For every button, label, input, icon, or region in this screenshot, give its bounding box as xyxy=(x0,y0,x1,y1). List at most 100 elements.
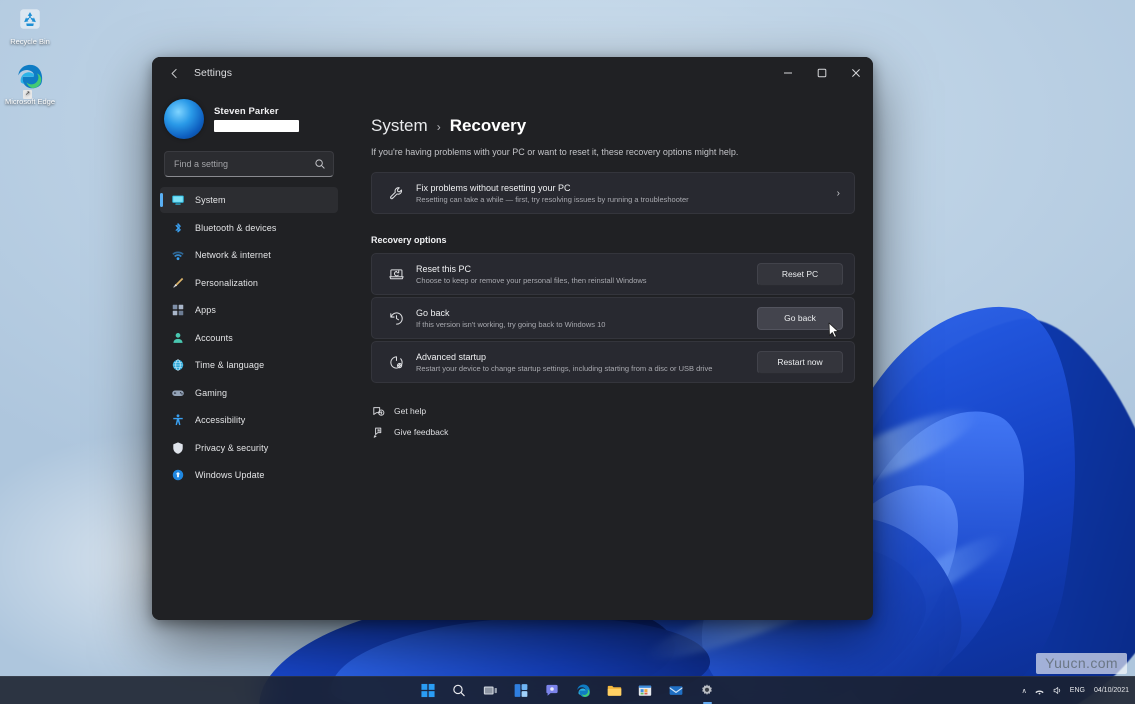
tray-volume-icon[interactable] xyxy=(1052,685,1063,696)
option-advanced-startup[interactable]: Advanced startup Restart your device to … xyxy=(371,341,855,383)
widgets-icon[interactable] xyxy=(510,680,532,702)
breadcrumb: System › Recovery xyxy=(371,116,855,136)
option-subtitle: Restart your device to change startup se… xyxy=(416,364,747,373)
sidebar-item-label: System xyxy=(195,195,226,205)
recovery-options-group: Reset this PC Choose to keep or remove y… xyxy=(371,253,855,383)
wrench-icon xyxy=(385,185,407,202)
sidebar-item-system[interactable]: System xyxy=(160,187,338,213)
get-help-link[interactable]: Get help xyxy=(371,404,426,418)
sidebar-item-label: Personalization xyxy=(195,278,258,288)
taskbar-microsoft-edge-icon[interactable] xyxy=(572,680,594,702)
option-reset-this-pc[interactable]: Reset this PC Choose to keep or remove y… xyxy=(371,253,855,295)
sidebar-item-personalization[interactable]: Personalization xyxy=(160,270,338,296)
maximize-button[interactable] xyxy=(805,57,839,89)
sidebar-nav: System Bluetooth & devices xyxy=(160,187,338,490)
card-title: Fix problems without resetting your PC xyxy=(416,183,829,193)
network-icon xyxy=(170,248,185,263)
sidebar-item-apps[interactable]: Apps xyxy=(160,297,338,323)
tray-network-icon[interactable] xyxy=(1034,685,1045,696)
sidebar-item-gaming[interactable]: Gaming xyxy=(160,380,338,406)
option-go-back[interactable]: Go back If this version isn't working, t… xyxy=(371,297,855,339)
user-profile[interactable]: Steven Parker xyxy=(160,89,338,147)
tray-date[interactable]: 04/10/2021 xyxy=(1092,686,1129,695)
option-title: Go back xyxy=(416,308,747,318)
breadcrumb-separator: › xyxy=(437,120,441,134)
close-button[interactable] xyxy=(839,57,873,89)
user-name: Steven Parker xyxy=(214,106,299,117)
window-titlebar[interactable]: Settings xyxy=(152,57,873,89)
time-language-icon xyxy=(170,358,185,373)
tray-language-indicator[interactable]: ENG xyxy=(1070,687,1085,694)
taskbar[interactable]: ∧ ENG 04/10/2021 xyxy=(0,676,1135,704)
shortcut-badge-icon: ↗ xyxy=(23,90,32,99)
search-input[interactable] xyxy=(174,159,307,169)
chevron-right-icon: › xyxy=(837,188,840,199)
go-back-button[interactable]: Go back xyxy=(757,307,843,330)
user-email-redaction xyxy=(214,120,299,132)
taskbar-search-icon[interactable] xyxy=(448,680,470,702)
accessibility-icon xyxy=(170,413,185,428)
active-indicator xyxy=(703,702,712,704)
sidebar-item-label: Windows Update xyxy=(195,470,264,480)
search-box[interactable] xyxy=(164,151,334,177)
back-button[interactable] xyxy=(160,60,188,86)
option-title: Advanced startup xyxy=(416,352,747,362)
settings-window[interactable]: Settings Steven Parker xyxy=(152,57,873,620)
troubleshoot-card[interactable]: Fix problems without resetting your PC R… xyxy=(371,172,855,214)
windows-update-icon xyxy=(170,468,185,483)
gaming-icon xyxy=(170,385,185,400)
give-feedback-link[interactable]: Give feedback xyxy=(371,425,448,439)
window-controls xyxy=(771,57,873,89)
sidebar-item-accessibility[interactable]: Accessibility xyxy=(160,407,338,433)
page-title: Recovery xyxy=(450,116,527,136)
section-label: Recovery options xyxy=(371,235,855,245)
tray-chevron-up-icon[interactable]: ∧ xyxy=(1022,687,1027,695)
sidebar-item-label: Time & language xyxy=(195,360,264,370)
sidebar-item-label: Apps xyxy=(195,305,216,315)
task-view-icon[interactable] xyxy=(479,680,501,702)
privacy-security-icon xyxy=(170,440,185,455)
microsoft-store-icon[interactable] xyxy=(634,680,656,702)
restart-now-button[interactable]: Restart now xyxy=(757,351,843,374)
system-tray: ∧ ENG 04/10/2021 xyxy=(1022,677,1129,704)
desktop-icon-microsoft-edge[interactable]: ↗ Microsoft Edge xyxy=(0,62,60,106)
watermark: Yuucn.com xyxy=(1036,653,1127,674)
sidebar-item-time-language[interactable]: Time & language xyxy=(160,352,338,378)
taskbar-settings-icon[interactable] xyxy=(696,680,718,702)
sidebar-item-label: Accounts xyxy=(195,333,233,343)
sidebar-item-label: Gaming xyxy=(195,388,227,398)
breadcrumb-parent[interactable]: System xyxy=(371,116,428,136)
chat-teams-icon[interactable] xyxy=(541,680,563,702)
sidebar-item-network-internet[interactable]: Network & internet xyxy=(160,242,338,268)
mail-icon[interactable] xyxy=(665,680,687,702)
search-icon[interactable] xyxy=(313,157,327,171)
window-title: Settings xyxy=(194,67,232,79)
reset-pc-button[interactable]: Reset PC xyxy=(757,263,843,286)
sidebar-item-accounts[interactable]: Accounts xyxy=(160,325,338,351)
apps-icon xyxy=(170,303,185,318)
sidebar-item-windows-update[interactable]: Windows Update xyxy=(160,462,338,488)
sidebar-item-label: Accessibility xyxy=(195,415,245,425)
option-subtitle: If this version isn't working, try going… xyxy=(416,320,747,329)
file-explorer-icon[interactable] xyxy=(603,680,625,702)
option-subtitle: Choose to keep or remove your personal f… xyxy=(416,276,747,285)
recycle-bin-icon xyxy=(0,6,60,34)
get-help-icon xyxy=(371,404,385,418)
help-links: Get help Give feedback xyxy=(371,404,855,439)
sidebar: Steven Parker xyxy=(152,89,346,620)
desktop-icon-recycle-bin[interactable]: Recycle Bin xyxy=(0,6,60,46)
advanced-startup-icon xyxy=(385,354,407,371)
wallpaper-highlight xyxy=(868,524,1012,623)
link-label: Get help xyxy=(394,406,426,416)
card-subtitle: Resetting can take a while — first, try … xyxy=(416,195,829,204)
microsoft-edge-icon: ↗ xyxy=(15,62,45,94)
bluetooth-icon xyxy=(170,220,185,235)
sidebar-item-bluetooth-devices[interactable]: Bluetooth & devices xyxy=(160,215,338,241)
give-feedback-icon xyxy=(371,425,385,439)
option-title: Reset this PC xyxy=(416,264,747,274)
minimize-button[interactable] xyxy=(771,57,805,89)
start-button[interactable] xyxy=(417,680,439,702)
clock-rewind-icon xyxy=(385,310,407,327)
sidebar-item-privacy-security[interactable]: Privacy & security xyxy=(160,435,338,461)
reset-pc-icon xyxy=(385,266,407,283)
